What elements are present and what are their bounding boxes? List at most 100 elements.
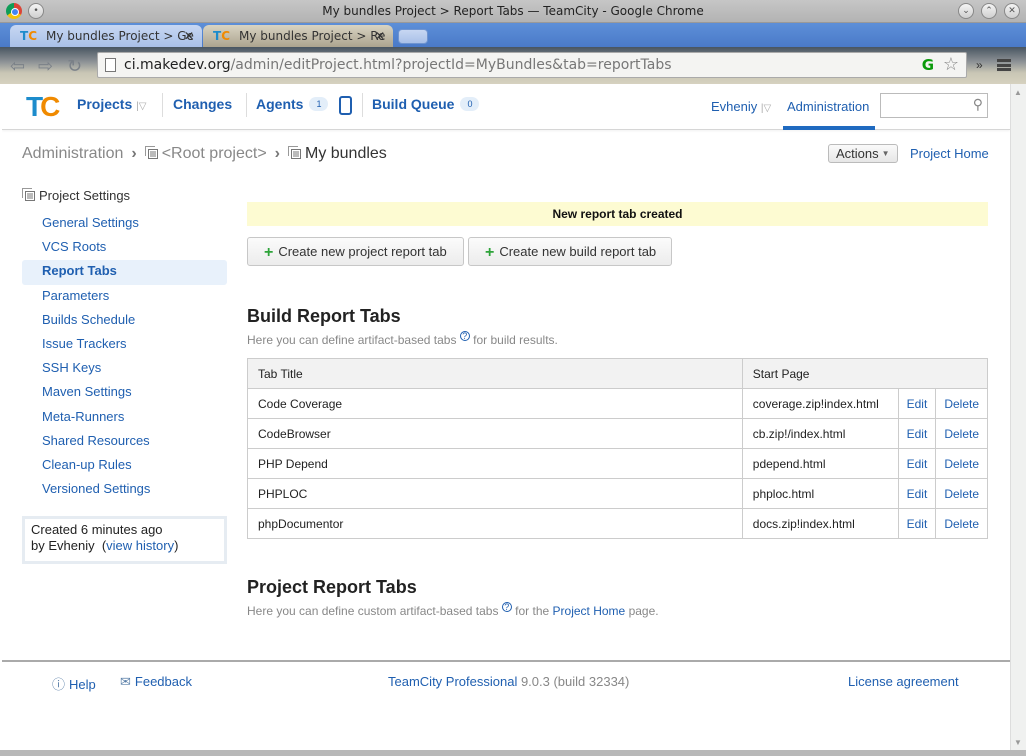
delete-link[interactable]: Delete — [935, 478, 988, 509]
tab-title-cell: Code Coverage — [247, 388, 743, 419]
create-build-report-tab-button[interactable]: + Create new build report tab — [468, 237, 672, 266]
scroll-down-icon[interactable]: ▼ — [1014, 738, 1022, 747]
close-tab-icon[interactable]: ✕ — [184, 29, 194, 43]
bookmark-star-icon[interactable]: ☆ — [943, 54, 959, 75]
sidebar-item-general-settings[interactable]: General Settings — [22, 212, 227, 236]
search-icon[interactable]: ⚲ — [973, 96, 983, 113]
actions-dropdown[interactable]: Actions ▼ — [828, 144, 898, 163]
build-report-tabs-description: Here you can define artifact-based tabs … — [247, 331, 558, 347]
user-menu[interactable]: Evheniy |▽ — [711, 99, 771, 114]
sidebar-item-clean-up-rules[interactable]: Clean-up Rules — [22, 454, 227, 478]
window-bottom-border — [0, 750, 1026, 756]
queue-count-badge: 0 — [460, 97, 480, 111]
delete-link[interactable]: Delete — [935, 448, 988, 479]
delete-link[interactable]: Delete — [935, 388, 988, 419]
tab-title-cell: PHP Depend — [247, 448, 743, 479]
title-bar: • My bundles Project > Report Tabs — Tea… — [0, 0, 1026, 23]
teamcity-page: TC Projects |▽ Changes Agents 1 Build Que… — [2, 84, 1010, 750]
table-row: CodeBrowser cb.zip!/index.html Edit Dele… — [247, 418, 988, 449]
back-icon[interactable]: ⇦ — [10, 56, 25, 77]
project-icon — [22, 188, 35, 201]
chrome-menu-icon[interactable] — [997, 59, 1011, 71]
edit-link[interactable]: Edit — [897, 388, 937, 419]
sidebar-item-versioned-settings[interactable]: Versioned Settings — [22, 478, 227, 502]
start-page-cell: cb.zip!/index.html — [741, 418, 899, 449]
edit-link[interactable]: Edit — [897, 478, 937, 509]
teamcity-logo-icon[interactable]: TC — [26, 91, 60, 123]
forward-icon[interactable]: ⇨ — [38, 56, 53, 77]
close-window-button[interactable]: ✕ — [1004, 3, 1020, 19]
tab-title-cell: CodeBrowser — [247, 418, 743, 449]
user-dropdown-icon[interactable]: |▽ — [761, 103, 771, 114]
settings-sidebar: Project Settings General Settings VCS Ro… — [22, 188, 227, 565]
url-path: /admin/editProject.html?projectId=MyBund… — [230, 57, 672, 73]
flash-message: New report tab created — [247, 202, 988, 226]
projects-dropdown-icon[interactable]: |▽ — [136, 101, 146, 112]
sidebar-heading: Project Settings — [22, 188, 227, 212]
feedback-link[interactable]: ✉ Feedback — [120, 674, 192, 690]
column-start-page: Start Page — [741, 358, 989, 389]
maximize-button[interactable]: ⌃ — [981, 3, 997, 19]
edit-link[interactable]: Edit — [897, 418, 937, 449]
nav-agents[interactable]: Agents 1 — [256, 96, 329, 112]
sidebar-item-report-tabs[interactable]: Report Tabs — [22, 260, 227, 285]
minimize-button[interactable]: ⌄ — [958, 3, 974, 19]
teamcity-favicon-icon: TC — [20, 29, 37, 43]
view-history-link[interactable]: view history — [106, 538, 174, 553]
delete-link[interactable]: Delete — [935, 508, 988, 539]
breadcrumb-root-project[interactable]: <Root project> — [162, 145, 267, 162]
sidebar-item-parameters[interactable]: Parameters — [22, 285, 227, 309]
edit-link[interactable]: Edit — [897, 448, 937, 479]
help-icon[interactable]: ? — [459, 331, 470, 341]
address-bar[interactable]: ci.makedev.org/admin/editProject.html?pr… — [97, 52, 967, 78]
close-tab-icon[interactable]: ✕ — [375, 29, 385, 43]
delete-link[interactable]: Delete — [935, 418, 988, 449]
nav-changes[interactable]: Changes — [173, 96, 232, 112]
agents-count-badge: 1 — [309, 97, 329, 111]
search-input[interactable]: ⚲ — [880, 93, 988, 118]
nav-build-queue[interactable]: Build Queue 0 — [372, 96, 480, 112]
nav-projects[interactable]: Projects |▽ — [77, 96, 146, 112]
project-info-box: Created 6 minutes ago by Evheniy (view h… — [22, 516, 227, 565]
create-project-report-tab-button[interactable]: + Create new project report tab — [247, 237, 464, 266]
tab-title-cell: PHPLOC — [247, 478, 743, 509]
caret-down-icon: ▼ — [881, 149, 890, 158]
nav-separator — [246, 93, 247, 117]
table-row: phpDocumentor docs.zip!index.html Edit D… — [247, 508, 988, 539]
nav-separator — [362, 93, 363, 117]
extension-icon[interactable]: G — [922, 56, 934, 74]
browser-tab-general[interactable]: TC My bundles Project > Ge ✕ — [10, 25, 202, 47]
project-home-inline-link[interactable]: Project Home — [553, 604, 626, 618]
active-nav-indicator — [783, 126, 875, 130]
edit-link[interactable]: Edit — [897, 508, 937, 539]
sidebar-item-ssh-keys[interactable]: SSH Keys — [22, 357, 227, 381]
sidebar-item-issue-trackers[interactable]: Issue Trackers — [22, 333, 227, 357]
sidebar-item-vcs-roots[interactable]: VCS Roots — [22, 236, 227, 260]
new-tab-button[interactable] — [398, 29, 428, 44]
vertical-scrollbar[interactable]: ▲ ▼ — [1010, 84, 1026, 750]
sidebar-item-shared-resources[interactable]: Shared Resources — [22, 430, 227, 454]
help-link[interactable]: ⓘ Help — [52, 674, 96, 693]
sidebar-item-builds-schedule[interactable]: Builds Schedule — [22, 309, 227, 333]
more-extensions-icon[interactable]: » — [976, 58, 983, 72]
plus-icon: + — [485, 244, 495, 261]
column-tab-title: Tab Title — [247, 358, 743, 389]
product-link[interactable]: TeamCity Professional — [388, 674, 517, 689]
help-icon[interactable]: ? — [501, 602, 512, 612]
project-home-link[interactable]: Project Home — [910, 146, 989, 161]
agent-status-icon[interactable] — [339, 96, 352, 115]
reload-icon[interactable]: ↻ — [67, 56, 82, 77]
nav-administration[interactable]: Administration — [787, 99, 869, 114]
sidebar-item-maven-settings[interactable]: Maven Settings — [22, 381, 227, 405]
sidebar-item-meta-runners[interactable]: Meta-Runners — [22, 406, 227, 430]
license-agreement-link[interactable]: License agreement — [848, 674, 959, 689]
browser-tab-report-tabs[interactable]: TC My bundles Project > Re ✕ — [203, 25, 393, 47]
tab-title: My bundles Project > Ge — [46, 29, 194, 43]
nav-separator — [162, 93, 163, 117]
project-icon — [287, 146, 301, 159]
scroll-up-icon[interactable]: ▲ — [1014, 88, 1022, 97]
project-report-tabs-section: Project Report Tabs Here you can define … — [247, 577, 988, 618]
main-content: New report tab created + Create new proje… — [247, 202, 989, 618]
build-report-tabs-section: Build Report Tabs Here you can define ar… — [247, 306, 989, 539]
breadcrumb-administration[interactable]: Administration — [22, 145, 123, 162]
